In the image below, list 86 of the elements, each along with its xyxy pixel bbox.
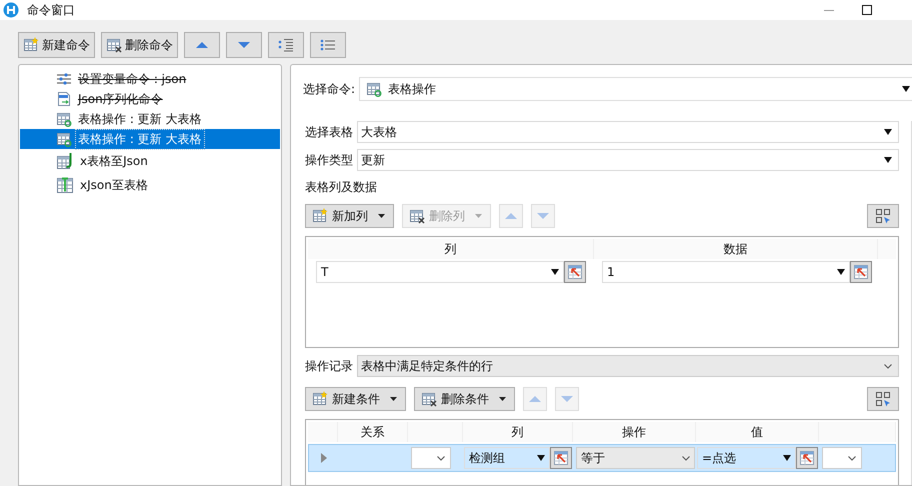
sliders-icon (56, 71, 72, 87)
field-label: 选择命令: (303, 80, 356, 98)
down-arrow-icon (560, 395, 574, 403)
operation-dropdown[interactable]: 等于 (576, 447, 695, 469)
field-label: 操作记录 (305, 358, 353, 374)
grid-cursor-icon (875, 208, 891, 224)
data-dropdown[interactable]: 1 (602, 261, 850, 283)
dropdown[interactable]: 大表格 (357, 121, 899, 143)
table-pointer-icon (568, 265, 582, 279)
chevron-down-icon (682, 456, 690, 460)
dropdown[interactable]: 更新 (357, 149, 899, 171)
dropdown-arrow-icon (551, 269, 559, 275)
layout-button[interactable] (867, 387, 899, 411)
table-icon (312, 208, 328, 224)
field-label: 操作类型 (305, 152, 353, 168)
chevron-down-icon (848, 456, 856, 460)
column-header: 关系 (338, 422, 408, 442)
column-header: 数据 (594, 239, 878, 259)
dropdown-arrow-icon (902, 86, 910, 92)
new-command-button[interactable]: 新建命令 (18, 32, 95, 58)
maximize-icon (862, 5, 872, 15)
up-arrow-icon (504, 212, 518, 220)
caret-icon (390, 397, 397, 401)
column-dropdown[interactable]: T (316, 261, 564, 283)
list-button[interactable] (310, 32, 346, 58)
caret-icon (499, 397, 506, 401)
chevron-down-icon (437, 456, 445, 460)
pick-button[interactable] (796, 447, 818, 469)
list-icon (320, 39, 336, 51)
table-icon (56, 111, 72, 127)
down-arrow-icon (536, 212, 550, 220)
add-button[interactable]: 新加列 (305, 204, 394, 228)
column-header: 列 (308, 239, 594, 259)
delete-button[interactable]: 删除条件 (414, 387, 515, 411)
add-button[interactable]: 新建条件 (305, 387, 406, 411)
indent-icon (278, 38, 294, 52)
pick-button[interactable] (850, 261, 872, 283)
command-item[interactable]: 表格操作 : 更新 大表格 (20, 109, 280, 129)
pick-button[interactable] (564, 261, 586, 283)
pick-button[interactable] (550, 447, 572, 469)
table-icon (409, 208, 425, 224)
down-arrow-icon (237, 41, 251, 49)
dropdown-arrow-icon (884, 157, 892, 163)
column-header: 列 (463, 422, 573, 442)
command-item[interactable]: xJson至表格 (20, 173, 280, 197)
section-label: 表格列及数据 (305, 179, 378, 196)
window-title: 命令窗口 (27, 2, 75, 18)
table-pointer-icon (554, 451, 568, 465)
table-icon (56, 131, 72, 147)
table-icon (23, 37, 39, 53)
caret-icon (378, 214, 385, 218)
command-item[interactable]: 设置变量命令 : json (20, 69, 280, 89)
table-icon (312, 391, 328, 407)
dropdown-arrow-icon (837, 269, 845, 275)
table-icon (106, 37, 122, 53)
dropdown-arrow-icon (884, 129, 892, 135)
indent-button[interactable] (268, 32, 304, 58)
dropdown[interactable]: 表格中满足特定条件的行 (357, 355, 899, 377)
command-item[interactable]: x表格至Json (20, 149, 280, 173)
table-icon (421, 391, 437, 407)
column-header: 操作 (573, 422, 696, 442)
condition-row[interactable]: 检测组 等于 =点选 (308, 444, 896, 472)
table-pointer-icon (854, 265, 868, 279)
field-label: 选择表格 (305, 124, 353, 140)
dropdown-arrow-icon (537, 455, 545, 461)
move-up-button[interactable] (184, 32, 220, 58)
dropdown-arrow-icon (783, 455, 791, 461)
table-arrow-icon (56, 152, 74, 170)
command-item[interactable]: 表格操作 : 更新 大表格 (20, 129, 280, 149)
chevron-down-icon (884, 364, 892, 368)
value-dropdown[interactable]: =点选 (697, 447, 796, 469)
caret-icon (475, 214, 482, 218)
move-down-button[interactable] (226, 32, 262, 58)
up-arrow-icon (528, 395, 542, 403)
grid-cursor-icon (875, 391, 891, 407)
layout-button[interactable] (867, 204, 899, 228)
row-pointer-icon (321, 453, 327, 463)
command-item[interactable]: Json序列化命令 (20, 89, 280, 109)
delete-command-button[interactable]: 删除命令 (101, 32, 178, 58)
command-dropdown[interactable]: 表格操作 (359, 77, 912, 101)
column-dropdown[interactable]: 检测组 (464, 447, 550, 469)
up-arrow-icon (195, 41, 209, 49)
table-pointer-icon (800, 451, 814, 465)
column-header: 值 (696, 422, 819, 442)
json-file-icon (56, 91, 72, 107)
table-icon (366, 81, 382, 97)
